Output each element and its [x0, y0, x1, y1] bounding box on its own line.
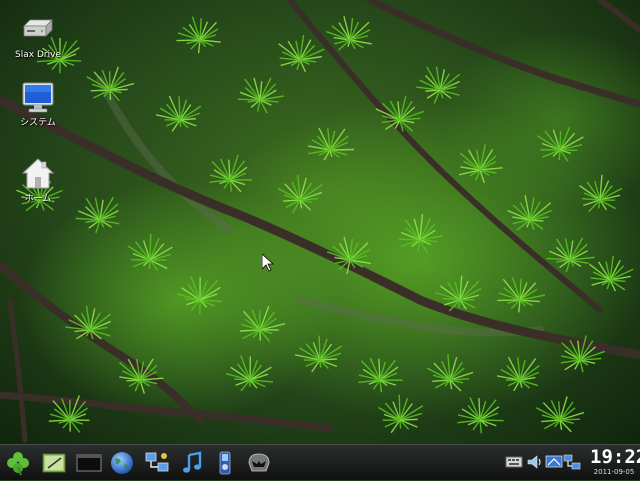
clock[interactable]: 19:22 2011-09-05	[590, 446, 638, 477]
desktop-icon-slax-drive[interactable]: Slax Drive	[8, 12, 68, 61]
clover-menu-icon	[4, 449, 32, 477]
pine-needle	[179, 96, 180, 120]
pine-needle	[149, 260, 150, 269]
globe-browser-icon	[108, 449, 136, 477]
keyboard-tray-button[interactable]	[505, 453, 523, 471]
network-icon	[143, 449, 171, 477]
terminal-launcher[interactable]	[75, 449, 103, 477]
pine-needle	[400, 420, 401, 428]
pine-needle	[320, 360, 321, 368]
browser-launcher[interactable]	[108, 449, 136, 477]
helmet-launcher[interactable]	[245, 449, 273, 477]
hard-drive-icon	[20, 12, 56, 48]
notepad-icon	[40, 449, 68, 477]
display-tray-button[interactable]	[545, 453, 563, 471]
desktop-icon-system[interactable]: システム	[8, 80, 68, 129]
volume-icon	[526, 453, 544, 471]
wallpaper	[0, 0, 640, 480]
taskbar: 19:22 2011-09-05	[0, 444, 640, 480]
desktop-icon-label: ホーム	[8, 194, 68, 205]
music-launcher[interactable]	[178, 449, 206, 477]
clock-time: 19:22	[590, 446, 638, 468]
network-launcher[interactable]	[143, 449, 171, 477]
pine-needle	[91, 90, 110, 91]
music-note-icon	[178, 449, 206, 477]
network-status-icon	[563, 453, 581, 471]
desktop-icon-label: システム	[8, 118, 68, 129]
network-tray-button[interactable]	[563, 453, 581, 471]
pine-needle	[400, 419, 418, 420]
pine-needle	[150, 234, 151, 260]
terminal-icon	[75, 449, 103, 477]
desktop-icon-label: Slax Drive	[8, 50, 68, 61]
keyboard-icon	[505, 453, 523, 471]
pine-needle	[240, 330, 260, 331]
pine-needle	[127, 380, 140, 381]
start-menu-button[interactable]	[4, 449, 32, 477]
display-icon	[545, 453, 563, 471]
home-icon	[20, 156, 56, 192]
clock-date: 2011-09-05	[590, 468, 638, 477]
pine-needle	[176, 40, 200, 41]
desktop-icon-home[interactable]: ホーム	[8, 156, 68, 205]
monitor-icon	[20, 80, 56, 116]
pine-needle	[559, 150, 560, 160]
media-player-launcher[interactable]	[211, 449, 239, 477]
pine-needle	[399, 395, 400, 420]
volume-tray-button[interactable]	[526, 453, 544, 471]
mouse-cursor-icon	[262, 254, 274, 272]
notepad-launcher[interactable]	[40, 449, 68, 477]
helmet-icon	[245, 449, 273, 477]
pine-needle	[560, 419, 580, 420]
media-player-icon	[211, 449, 239, 477]
pine-needle	[319, 336, 320, 360]
